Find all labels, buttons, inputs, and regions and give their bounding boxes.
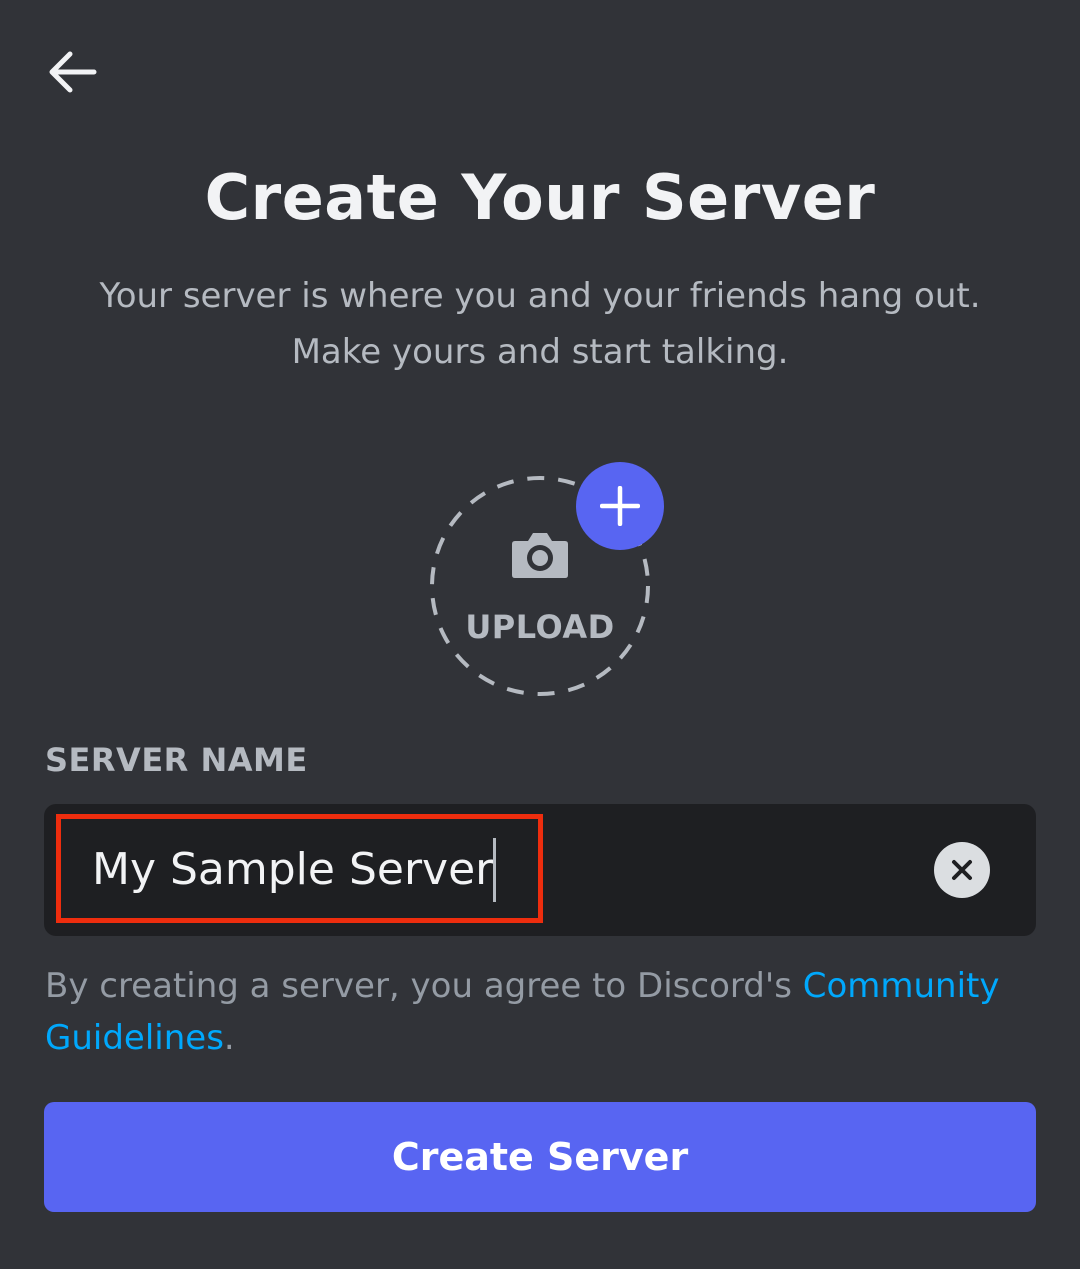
terms-prefix: By creating a server, you agree to Disco…: [45, 966, 803, 1006]
page-title: Create Your Server: [204, 161, 876, 234]
server-name-text: My Sample Server: [92, 844, 494, 895]
subtitle-line-1: Your server is where you and your friend…: [99, 276, 981, 316]
terms-text: By creating a server, you agree to Disco…: [45, 960, 1005, 1064]
server-name-value[interactable]: My Sample Server: [92, 838, 497, 902]
clear-input-button[interactable]: [934, 842, 990, 898]
text-caret: [493, 838, 497, 902]
create-server-button[interactable]: Create Server: [44, 1102, 1036, 1212]
plus-icon: [600, 486, 640, 526]
add-icon-button[interactable]: [576, 462, 664, 550]
terms-suffix: .: [223, 1018, 235, 1058]
server-name-label: SERVER NAME: [45, 741, 308, 779]
page-subtitle: Your server is where you and your friend…: [30, 268, 1050, 380]
camera-icon: [512, 533, 568, 578]
arrow-left-icon: [49, 51, 97, 93]
subtitle-line-2: Make yours and start talking.: [291, 332, 789, 372]
upload-label: UPLOAD: [465, 608, 615, 646]
back-button[interactable]: [40, 40, 104, 104]
close-icon: [952, 860, 972, 880]
